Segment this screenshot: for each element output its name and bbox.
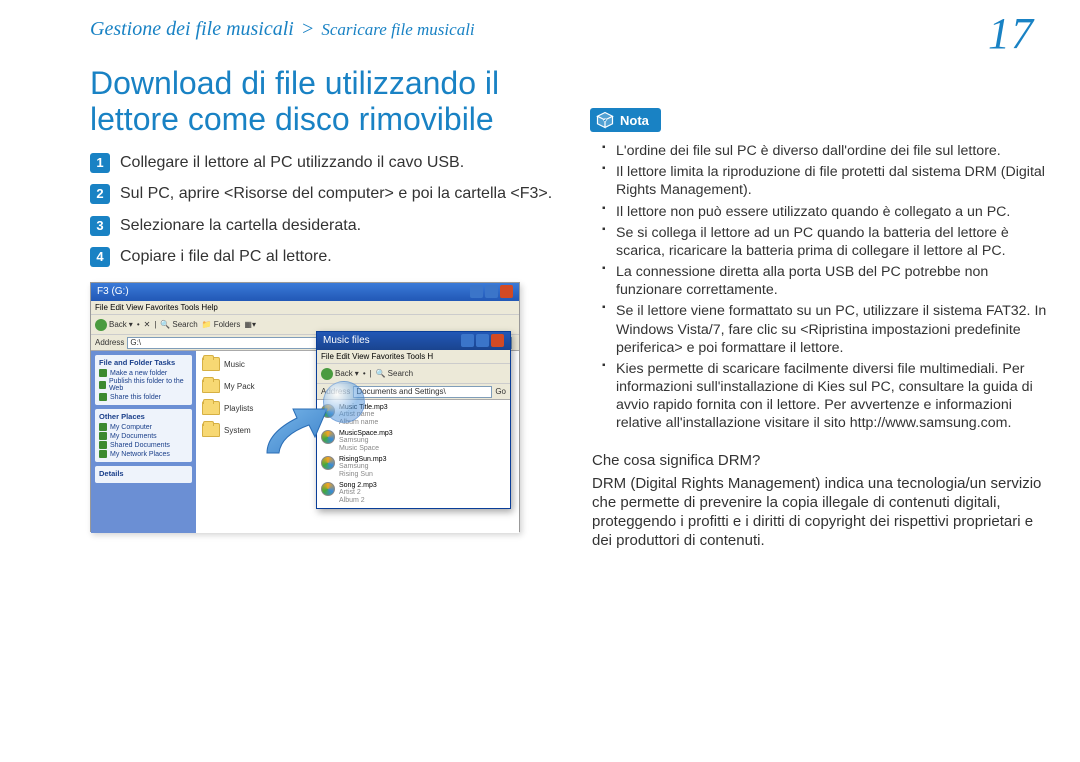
panel-header: Details xyxy=(99,469,188,478)
search-button: 🔍 Search xyxy=(160,320,197,329)
page-number: 17 xyxy=(988,12,1040,56)
note-item: Se il lettore viene formattato su un PC,… xyxy=(602,302,1054,357)
drm-section: Che cosa significa DRM? DRM (Digital Rig… xyxy=(590,451,1054,551)
task-icon xyxy=(99,393,107,401)
media-icon xyxy=(321,482,335,496)
note-item: La connessione diretta alla porta USB de… xyxy=(602,263,1054,299)
minimize-icon xyxy=(470,285,483,298)
explorer-screenshot: F3 (G:) File Edit View Favorites Tools H… xyxy=(90,282,520,532)
back-icon xyxy=(321,368,333,380)
step-badge: 2 xyxy=(90,184,110,204)
place-icon xyxy=(99,450,107,458)
step-badge: 4 xyxy=(90,247,110,267)
sub-window-titlebar: Music files xyxy=(317,332,510,350)
panel-item: Share this folder xyxy=(99,393,188,401)
step-1: 1 Collegare il lettore al PC utilizzando… xyxy=(90,152,560,174)
folder-icon xyxy=(202,401,220,415)
nota-badge: Nota xyxy=(590,108,661,132)
file-item: MusicSpace.mp3SamsungMusic Space xyxy=(321,430,506,452)
folder-icon xyxy=(202,379,220,393)
step-text: Copiare i file dal PC al lettore. xyxy=(120,246,332,268)
folder-icon xyxy=(202,357,220,371)
window-title: F3 (G:) xyxy=(97,283,129,301)
panel-header: File and Folder Tasks xyxy=(99,358,188,367)
panel-item: My Computer xyxy=(99,423,188,431)
panel-item: My Network Places xyxy=(99,450,188,458)
drag-arrow xyxy=(257,403,331,461)
panel-item: Publish this folder to the Web xyxy=(99,378,188,392)
search-label: Search xyxy=(172,320,197,329)
panel-item: Shared Documents xyxy=(99,441,188,449)
drm-answer: DRM (Digital Rights Management) indica u… xyxy=(592,474,1048,551)
content-area: Download di file utilizzando il lettore … xyxy=(0,56,1080,551)
folders-button: 📁 Folders xyxy=(202,320,241,329)
tasks-panel: File and Folder Tasks Make a new folder … xyxy=(95,355,192,405)
page-header: Gestione dei file musicali > Scaricare f… xyxy=(0,0,1080,56)
task-icon xyxy=(99,381,106,389)
step-text: Selezionare la cartella desiderata. xyxy=(120,215,361,237)
note-item: Se si collega il lettore ad un PC quando… xyxy=(602,224,1054,260)
breadcrumb-sep: > xyxy=(299,18,317,40)
step-text: Sul PC, aprire <Risorse del computer> e … xyxy=(120,183,552,205)
folders-label: Folders xyxy=(214,320,241,329)
search-button: 🔍 Search xyxy=(376,369,413,378)
file-item: Song 2.mp3Artist 2Album 2 xyxy=(321,482,506,504)
side-panel: File and Folder Tasks Make a new folder … xyxy=(91,351,196,533)
step-badge: 1 xyxy=(90,153,110,173)
step-badge: 3 xyxy=(90,216,110,236)
place-icon xyxy=(99,432,107,440)
drag-highlight-icon xyxy=(323,381,365,423)
close-icon xyxy=(491,334,504,347)
places-panel: Other Places My Computer My Documents Sh… xyxy=(95,409,192,462)
cube-icon xyxy=(596,111,614,129)
step-3: 3 Selezionare la cartella desiderata. xyxy=(90,215,560,237)
note-item: Kies permette di scaricare facilmente di… xyxy=(602,360,1054,433)
minimize-icon xyxy=(461,334,474,347)
panel-item: Make a new folder xyxy=(99,369,188,377)
address-label: Address xyxy=(95,338,124,347)
go-button: Go xyxy=(495,387,506,396)
nota-label: Nota xyxy=(620,113,649,128)
maximize-icon xyxy=(476,334,489,347)
notes-list: L'ordine dei file sul PC è diverso dall'… xyxy=(590,142,1054,433)
right-column: Nota L'ordine dei file sul PC è diverso … xyxy=(590,56,1054,551)
close-icon xyxy=(500,285,513,298)
panel-header: Other Places xyxy=(99,412,188,421)
menu-bar: File Edit View Favorites Tools Help xyxy=(91,301,519,315)
place-icon xyxy=(99,441,107,449)
window-buttons xyxy=(470,283,513,301)
back-button: Back ▾ xyxy=(321,368,359,380)
step-text: Collegare il lettore al PC utilizzando i… xyxy=(120,152,464,174)
page-title: Download di file utilizzando il lettore … xyxy=(90,66,560,138)
note-item: Il lettore limita la riproduzione di fil… xyxy=(602,163,1054,199)
panel-item: My Documents xyxy=(99,432,188,440)
maximize-icon xyxy=(485,285,498,298)
address-input: Documents and Settings\ xyxy=(353,386,492,398)
window-buttons xyxy=(461,332,504,350)
details-panel: Details xyxy=(95,466,192,483)
window-titlebar: F3 (G:) xyxy=(91,283,519,301)
drm-question: Che cosa significa DRM? xyxy=(592,451,1048,470)
place-icon xyxy=(99,423,107,431)
breadcrumb-second: Scaricare file musicali xyxy=(321,20,474,39)
sub-window-title: Music files xyxy=(323,332,370,350)
task-icon xyxy=(99,369,107,377)
back-button: Back ▾ xyxy=(95,319,133,331)
back-label: Back xyxy=(109,320,127,329)
note-item: Il lettore non può essere utilizzato qua… xyxy=(602,203,1054,221)
file-item: RisingSun.mp3SamsungRising Sun xyxy=(321,456,506,478)
breadcrumb-first: Gestione dei file musicali xyxy=(90,18,294,40)
sub-menu-bar: File Edit View Favorites Tools H xyxy=(317,350,510,364)
step-2: 2 Sul PC, aprire <Risorse del computer> … xyxy=(90,183,560,205)
note-item: L'ordine dei file sul PC è diverso dall'… xyxy=(602,142,1054,160)
left-column: Download di file utilizzando il lettore … xyxy=(90,56,560,551)
back-icon xyxy=(95,319,107,331)
folder-icon xyxy=(202,423,220,437)
steps-list: 1 Collegare il lettore al PC utilizzando… xyxy=(90,152,560,268)
step-4: 4 Copiare i file dal PC al lettore. xyxy=(90,246,560,268)
breadcrumb: Gestione dei file musicali > Scaricare f… xyxy=(90,18,475,41)
